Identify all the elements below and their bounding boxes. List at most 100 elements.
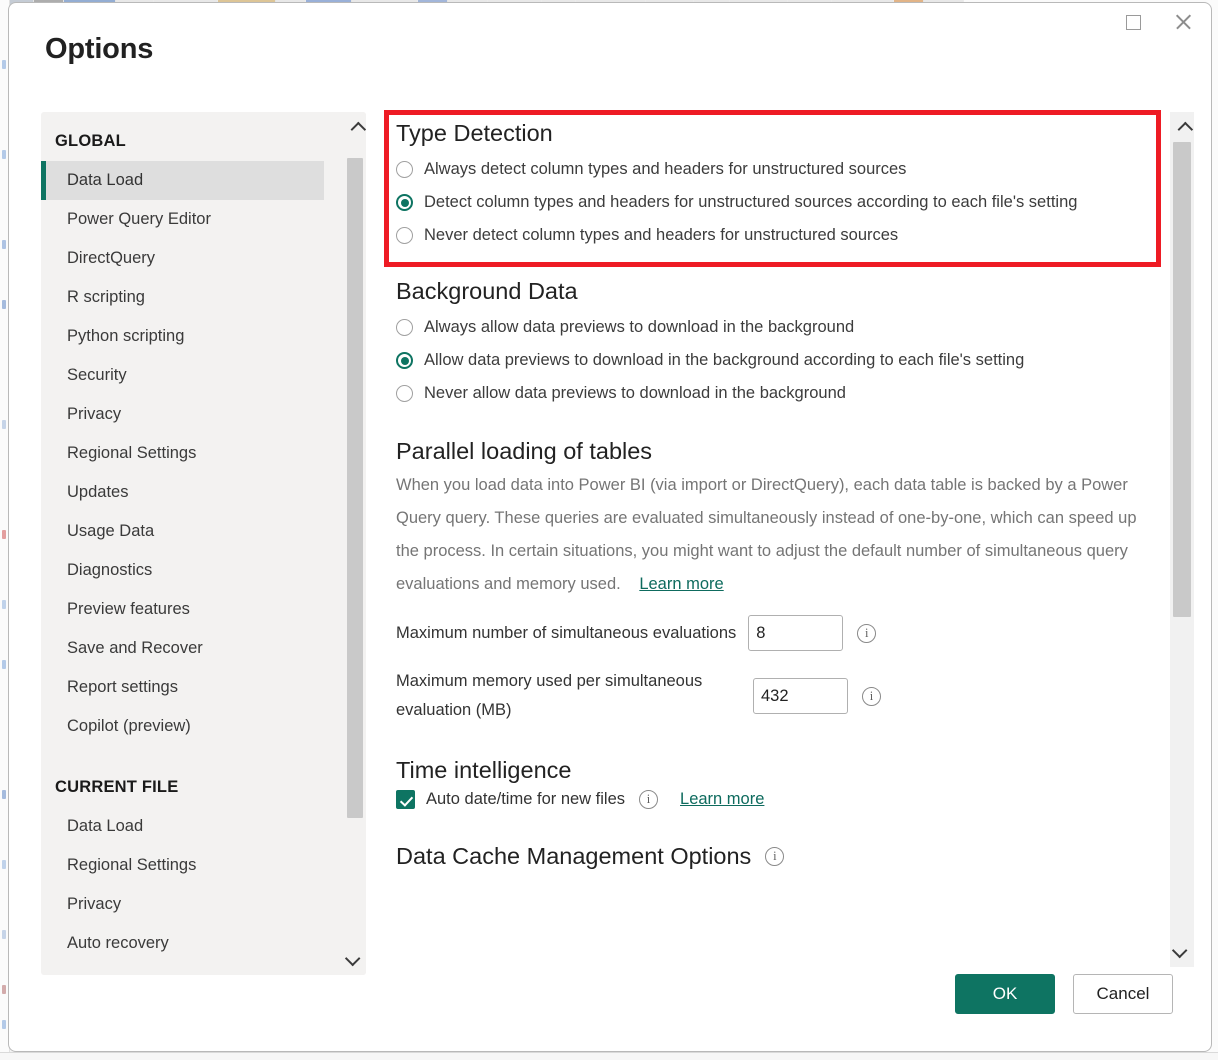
sidebar-item-label: Python scripting: [67, 327, 184, 346]
sidebar-item-label: Privacy: [67, 405, 121, 424]
max-evaluations-input[interactable]: [748, 615, 843, 651]
sidebar-item-label: Security: [67, 366, 127, 385]
sidebar-item-data-load-current-file[interactable]: Data Load: [41, 807, 324, 846]
chevron-down-icon: [344, 950, 360, 966]
sidebar-item-privacy-global[interactable]: Privacy: [41, 395, 324, 434]
sidebar-item-diagnostics[interactable]: Diagnostics: [41, 551, 324, 590]
sidebar-item-label: Preview features: [67, 600, 190, 619]
options-dialog: Options GLOBAL Data Load Power Query Edi…: [8, 2, 1212, 1052]
parallel-loading-learn-more-link[interactable]: Learn more: [639, 575, 723, 593]
data-cache-section: Data Cache Management Options i: [396, 843, 1147, 870]
sidebar-scrollbar[interactable]: [344, 112, 366, 975]
sidebar-item-r-scripting[interactable]: R scripting: [41, 278, 324, 317]
sidebar-group-global-title: GLOBAL: [41, 126, 324, 161]
sidebar-item-label: Data Load: [67, 817, 143, 836]
sidebar-scroll-up-button[interactable]: [344, 112, 366, 146]
sidebar-item-python-scripting[interactable]: Python scripting: [41, 317, 324, 356]
sidebar-item-regional-settings-current-file[interactable]: Regional Settings: [41, 846, 324, 885]
radio-selected-icon: [396, 352, 413, 369]
auto-date-time-checkbox[interactable]: [396, 790, 415, 809]
parallel-loading-description: When you load data into Power BI (via im…: [396, 476, 1137, 593]
parallel-loading-heading: Parallel loading of tables: [396, 438, 1147, 465]
auto-date-time-label: Auto date/time for new files: [426, 790, 625, 809]
sidebar-item-label: Regional Settings: [67, 444, 196, 463]
sidebar-item-report-settings[interactable]: Report settings: [41, 668, 324, 707]
sidebar-item-label: Privacy: [67, 895, 121, 914]
chevron-down-icon: [1171, 942, 1187, 958]
background-data-option-per-file[interactable]: Allow data previews to download in the b…: [396, 344, 1147, 377]
sidebar-item-label: Updates: [67, 483, 128, 502]
sidebar-item-power-query-editor[interactable]: Power Query Editor: [41, 200, 324, 239]
sidebar-item-auto-recovery[interactable]: Auto recovery: [41, 924, 324, 963]
parallel-loading-section: Parallel loading of tables When you load…: [396, 438, 1147, 725]
sidebar-item-label: Usage Data: [67, 522, 154, 541]
backdrop-bottom-edge: [0, 1052, 1218, 1060]
sidebar-nav-list: GLOBAL Data Load Power Query Editor Dire…: [41, 112, 324, 975]
radio-icon: [396, 227, 413, 244]
background-data-option-never[interactable]: Never allow data previews to download in…: [396, 377, 1147, 410]
type-detection-option-never[interactable]: Never detect column types and headers fo…: [396, 219, 1147, 252]
radio-selected-icon: [396, 194, 413, 211]
sidebar-item-label: Report settings: [67, 678, 178, 697]
chevron-up-icon: [1177, 121, 1193, 137]
close-icon: [1174, 13, 1192, 31]
dialog-titlebar: [9, 3, 1211, 43]
sidebar-item-label: Auto recovery: [67, 934, 169, 953]
sidebar-item-directquery[interactable]: DirectQuery: [41, 239, 324, 278]
cancel-button[interactable]: Cancel: [1073, 974, 1173, 1014]
ok-button[interactable]: OK: [955, 974, 1055, 1014]
info-icon[interactable]: i: [862, 687, 881, 706]
max-evaluations-label: Maximum number of simultaneous evaluatio…: [396, 619, 736, 648]
content-scroll-down-button[interactable]: [1170, 933, 1194, 967]
background-data-section: Background Data Always allow data previe…: [396, 278, 1147, 410]
sidebar-item-label: R scripting: [67, 288, 145, 307]
sidebar-item-label: Copilot (preview): [67, 717, 191, 736]
sidebar-item-copilot-preview[interactable]: Copilot (preview): [41, 707, 324, 746]
sidebar-item-privacy-current-file[interactable]: Privacy: [41, 885, 324, 924]
time-intelligence-heading: Time intelligence: [396, 757, 1147, 784]
max-memory-input[interactable]: [753, 678, 848, 714]
sidebar-item-label: DirectQuery: [67, 249, 155, 268]
sidebar-item-updates[interactable]: Updates: [41, 473, 324, 512]
sidebar-item-security[interactable]: Security: [41, 356, 324, 395]
sidebar-item-regional-settings-global[interactable]: Regional Settings: [41, 434, 324, 473]
time-intelligence-section: Time intelligence Auto date/time for new…: [396, 757, 1147, 809]
close-button[interactable]: [1161, 5, 1205, 39]
chevron-up-icon: [350, 121, 366, 137]
sidebar-item-usage-data[interactable]: Usage Data: [41, 512, 324, 551]
sidebar-item-label: Data Load: [67, 171, 143, 190]
page-title: Options: [45, 33, 153, 66]
sidebar-item-preview-features[interactable]: Preview features: [41, 590, 324, 629]
sidebar-scrollbar-thumb[interactable]: [347, 158, 363, 818]
time-intelligence-learn-more-link[interactable]: Learn more: [680, 790, 764, 809]
type-detection-heading: Type Detection: [396, 120, 1147, 147]
data-cache-heading: Data Cache Management Options: [396, 843, 751, 870]
radio-icon: [396, 319, 413, 336]
background-data-option-always[interactable]: Always allow data previews to download i…: [396, 311, 1147, 344]
maximize-icon: [1126, 15, 1141, 30]
auto-date-time-row: Auto date/time for new files i Learn mor…: [396, 790, 1147, 809]
type-detection-option-per-file[interactable]: Detect column types and headers for unst…: [396, 186, 1147, 219]
radio-icon: [396, 385, 413, 402]
sidebar-scroll-down-button[interactable]: [344, 941, 366, 975]
max-memory-label: Maximum memory used per simultaneous eva…: [396, 667, 741, 725]
parallel-loading-description-block: When you load data into Power BI (via im…: [396, 469, 1141, 601]
sidebar-item-label: Regional Settings: [67, 856, 196, 875]
type-detection-section: Type Detection Always detect column type…: [396, 112, 1147, 252]
maximize-button[interactable]: [1111, 5, 1155, 39]
sidebar-item-data-load-global[interactable]: Data Load: [41, 161, 324, 200]
info-icon[interactable]: i: [857, 624, 876, 643]
type-detection-option-always[interactable]: Always detect column types and headers f…: [396, 153, 1147, 186]
max-memory-row: Maximum memory used per simultaneous eva…: [396, 667, 1147, 725]
radio-icon: [396, 161, 413, 178]
content-scroll-up-button[interactable]: [1170, 112, 1194, 146]
info-icon[interactable]: i: [639, 790, 658, 809]
content-scrollbar[interactable]: [1170, 112, 1194, 967]
info-icon[interactable]: i: [765, 847, 784, 866]
sidebar-item-label: Diagnostics: [67, 561, 152, 580]
max-evaluations-row: Maximum number of simultaneous evaluatio…: [396, 615, 1147, 651]
settings-content-pane: Type Detection Always detect column type…: [384, 112, 1169, 967]
sidebar-group-current-file-title: CURRENT FILE: [41, 746, 324, 807]
sidebar-item-save-and-recover[interactable]: Save and Recover: [41, 629, 324, 668]
content-scrollbar-thumb[interactable]: [1173, 142, 1191, 617]
